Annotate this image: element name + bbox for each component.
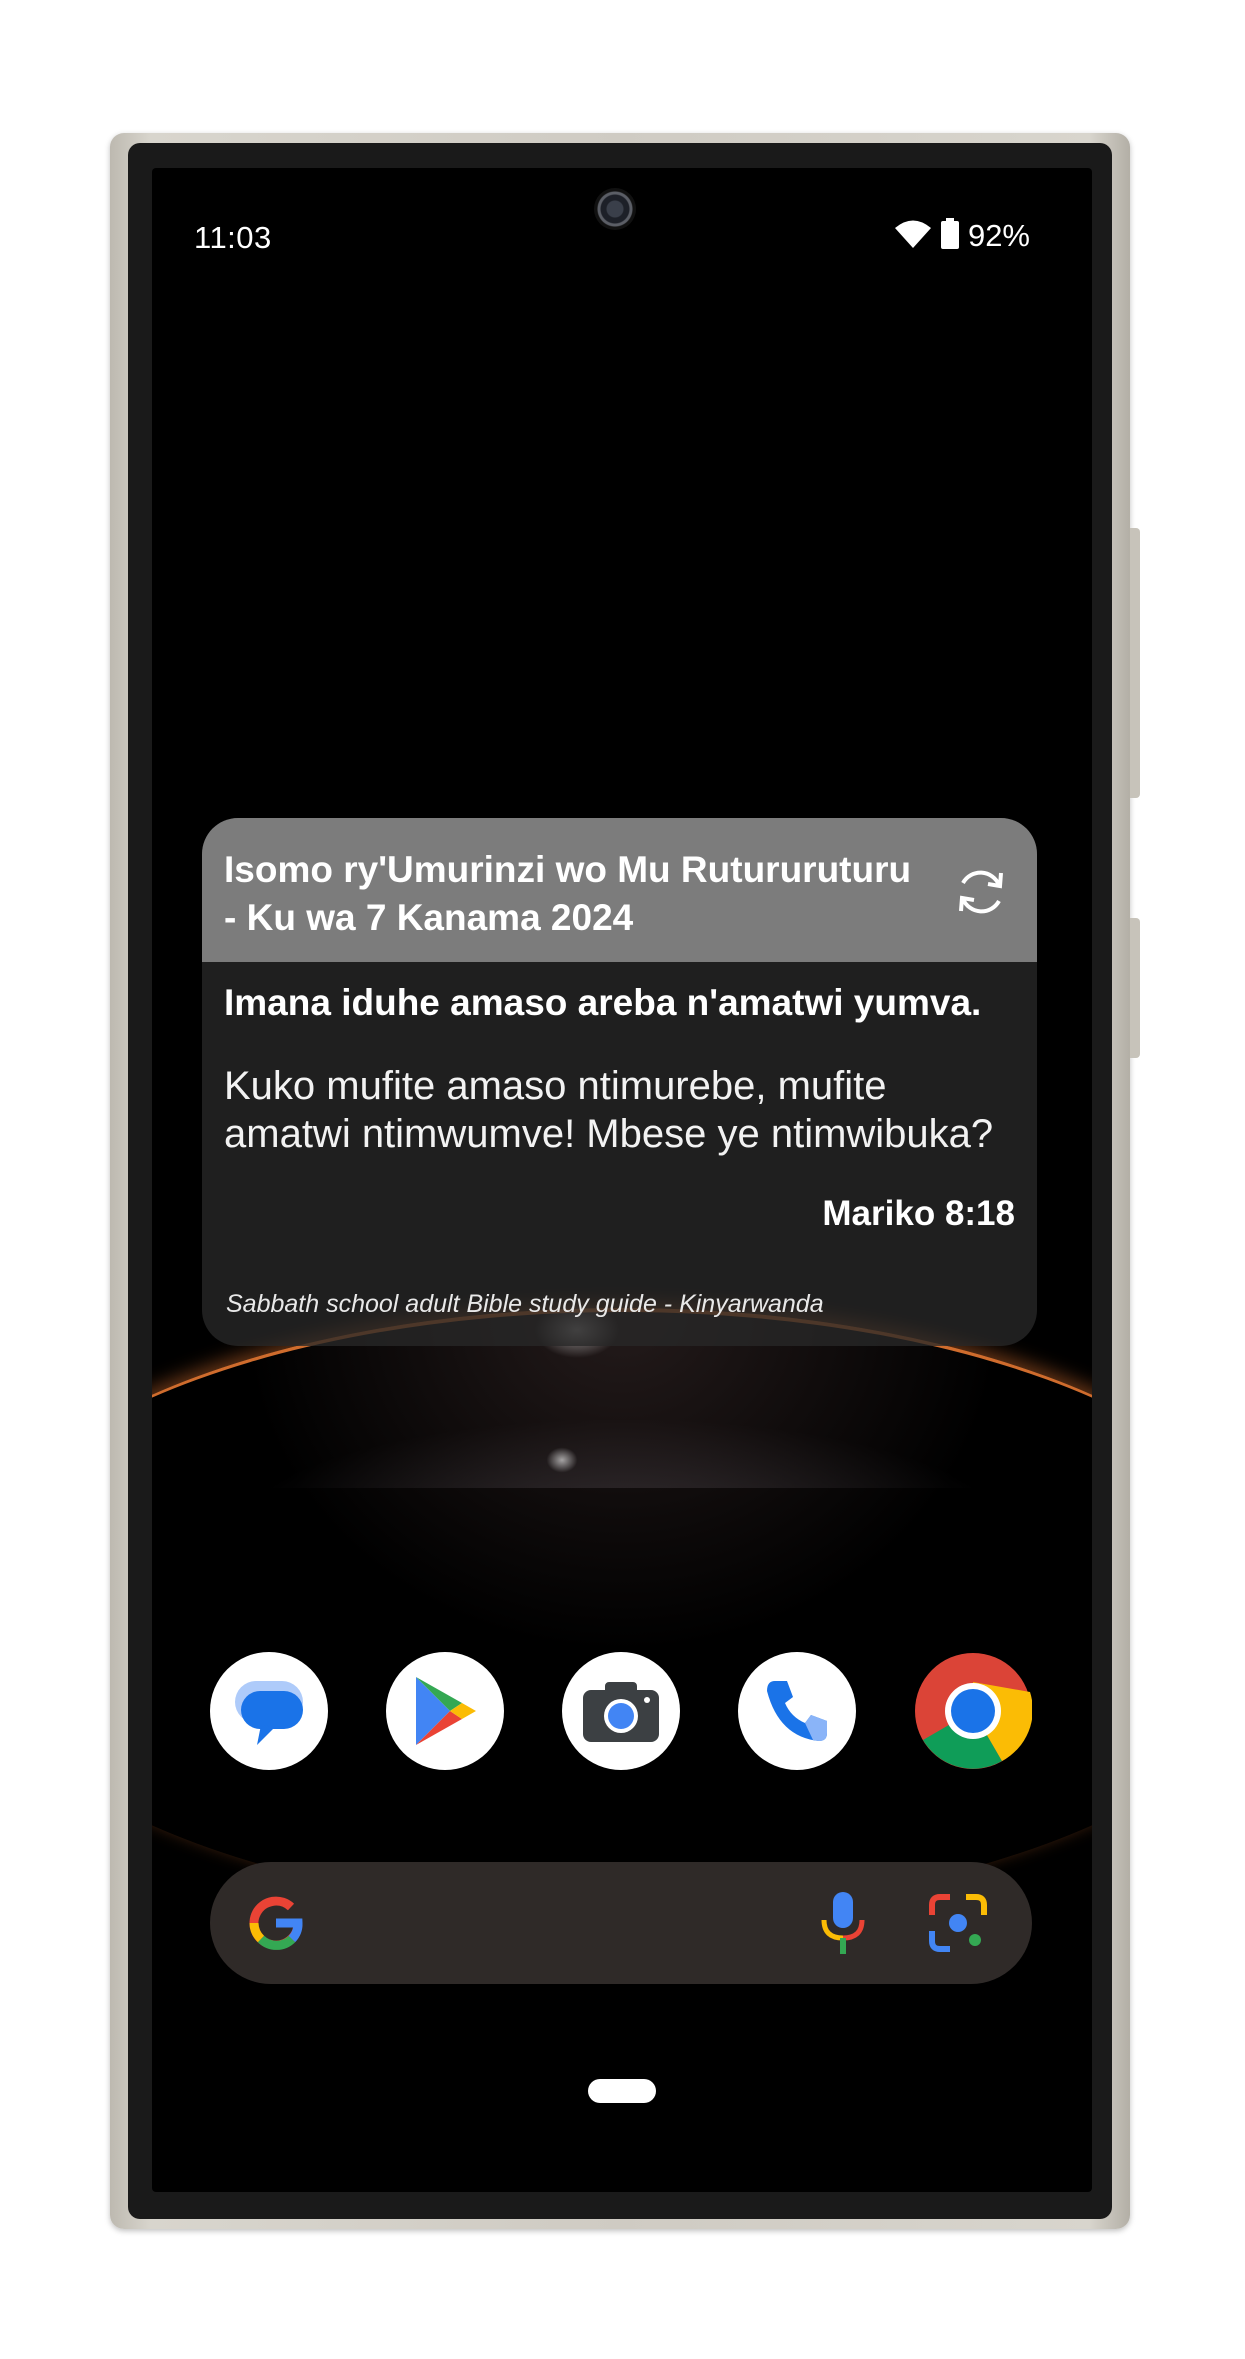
camera-icon <box>583 1682 659 1742</box>
refresh-button[interactable] <box>949 860 1013 924</box>
play-store-app[interactable] <box>386 1652 504 1770</box>
microphone-icon[interactable] <box>818 1890 868 1956</box>
phone-app[interactable] <box>738 1652 856 1770</box>
wifi-icon <box>894 219 932 254</box>
refresh-icon <box>959 870 1003 914</box>
verse-reference: Mariko 8:18 <box>822 1194 1015 1233</box>
bible-study-widget[interactable]: Isomo ry'Umurinzi wo Mu Rutururuturu - K… <box>202 818 1037 1346</box>
home-screen: 11:03 92% Isomo ry'Umurinzi wo Mu Ruturu… <box>152 168 1092 2192</box>
home-gesture-bar[interactable] <box>588 2079 656 2103</box>
power-button <box>1130 918 1140 1058</box>
google-lens-icon[interactable] <box>928 1893 988 1953</box>
camera-app[interactable] <box>562 1652 680 1770</box>
verse-heading: Imana iduhe amaso areba n'amatwi yumva. <box>224 982 982 1023</box>
google-search-bar[interactable] <box>210 1862 1032 1984</box>
messages-icon <box>235 1681 303 1745</box>
play-store-icon <box>416 1677 476 1745</box>
chrome-icon <box>915 1653 1032 1769</box>
chrome-app[interactable] <box>914 1652 1032 1770</box>
widget-source: Sabbath school adult Bible study guide -… <box>226 1290 824 1318</box>
verse-text: Kuko mufite amaso ntimurebe, mufite amat… <box>224 1064 994 1156</box>
volume-button <box>1130 528 1140 798</box>
status-time: 11:03 <box>194 220 272 255</box>
widget-title: Isomo ry'Umurinzi wo Mu Rutururuturu - K… <box>224 849 912 938</box>
wallpaper-horizon <box>152 1308 1092 1912</box>
battery-percent: 92% <box>967 218 1030 253</box>
messages-app[interactable] <box>210 1652 328 1770</box>
status-icons: 92% <box>894 216 1030 256</box>
google-g-icon <box>249 1896 303 1950</box>
front-camera <box>594 188 636 230</box>
battery-icon <box>940 217 960 255</box>
phone-icon <box>767 1681 827 1741</box>
widget-header: Isomo ry'Umurinzi wo Mu Rutururuturu - K… <box>202 818 1037 962</box>
